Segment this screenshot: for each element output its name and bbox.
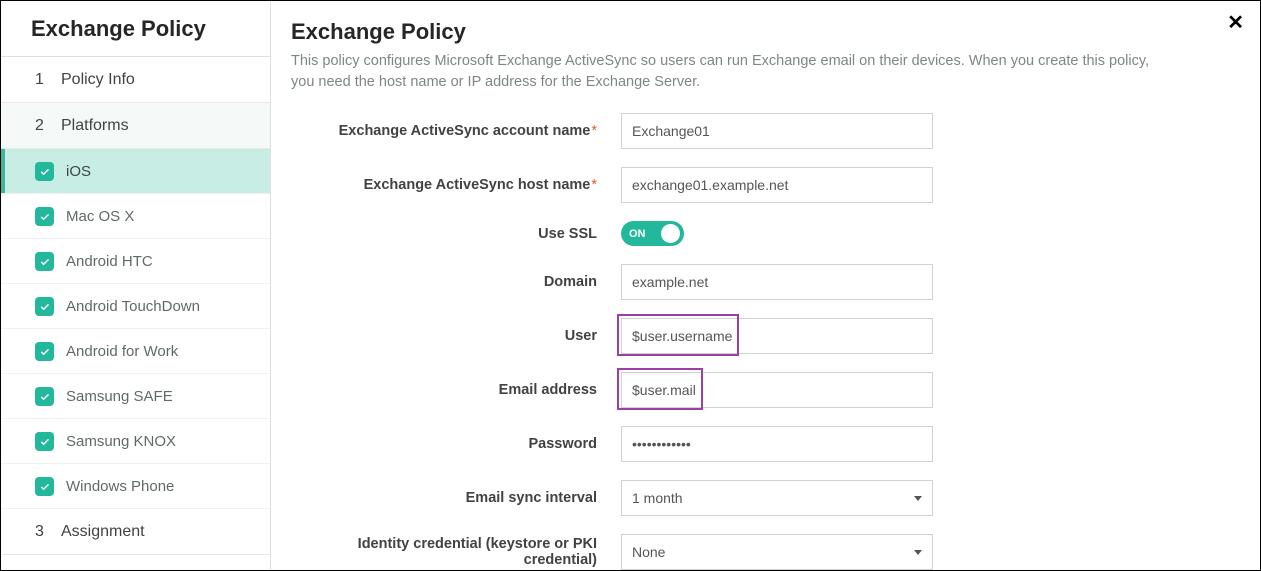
platform-label: Android TouchDown <box>66 298 200 315</box>
platform-label: iOS <box>66 163 91 180</box>
checkbox-checked-icon <box>35 207 54 226</box>
checkbox-checked-icon <box>35 297 54 316</box>
sidebar-item-samsung-knox[interactable]: Samsung KNOX <box>1 419 270 464</box>
close-button[interactable]: ✕ <box>1227 13 1244 33</box>
input-host-name[interactable] <box>621 167 933 203</box>
select-value: 1 month <box>632 490 683 506</box>
label-domain: Domain <box>291 274 621 290</box>
row-host-name: Exchange ActiveSync host name* <box>291 167 1240 203</box>
checkbox-checked-icon <box>35 387 54 406</box>
platform-label: Windows Phone <box>66 478 174 495</box>
checkbox-checked-icon <box>35 342 54 361</box>
platform-label: Android for Work <box>66 343 178 360</box>
label-identity-credential: Identity credential (keystore or PKI cre… <box>291 536 621 568</box>
sidebar-item-windows-phone[interactable]: Windows Phone <box>1 464 270 509</box>
toggle-text: ON <box>629 228 646 240</box>
input-password[interactable] <box>621 426 933 462</box>
caret-down-icon <box>914 550 922 555</box>
step-number: 2 <box>35 117 51 135</box>
input-email[interactable] <box>621 372 933 408</box>
sidebar-item-ios[interactable]: iOS <box>1 149 270 194</box>
main-panel: ✕ Exchange Policy This policy configures… <box>271 1 1260 570</box>
platform-label: Samsung KNOX <box>66 433 176 450</box>
label-sync-interval: Email sync interval <box>291 490 621 506</box>
input-user[interactable] <box>621 318 933 354</box>
page-description: This policy configures Microsoft Exchang… <box>291 51 1171 93</box>
select-value: None <box>632 544 665 560</box>
platform-label: Samsung SAFE <box>66 388 173 405</box>
label-host-name: Exchange ActiveSync host name* <box>291 177 621 193</box>
toggle-use-ssl[interactable]: ON <box>621 221 684 246</box>
sidebar-item-macosx[interactable]: Mac OS X <box>1 194 270 239</box>
sidebar: Exchange Policy 1 Policy Info 2 Platform… <box>1 1 271 570</box>
step-label: Platforms <box>61 117 129 135</box>
step-number: 1 <box>35 71 51 89</box>
page-title: Exchange Policy <box>291 19 1240 45</box>
nav-step-policy-info[interactable]: 1 Policy Info <box>1 57 270 103</box>
label-password: Password <box>291 436 621 452</box>
checkbox-checked-icon <box>35 162 54 181</box>
platform-label: Android HTC <box>66 253 153 270</box>
nav-step-platforms[interactable]: 2 Platforms <box>1 103 270 149</box>
sidebar-item-android-for-work[interactable]: Android for Work <box>1 329 270 374</box>
select-identity-credential[interactable]: None <box>621 534 933 570</box>
input-account-name[interactable] <box>621 113 933 149</box>
label-email: Email address <box>291 382 621 398</box>
sidebar-item-samsung-safe[interactable]: Samsung SAFE <box>1 374 270 419</box>
row-use-ssl: Use SSL ON <box>291 221 1240 246</box>
caret-down-icon <box>914 496 922 501</box>
input-domain[interactable] <box>621 264 933 300</box>
toggle-knob <box>661 224 680 243</box>
sidebar-title: Exchange Policy <box>31 16 240 42</box>
row-email: Email address <box>291 372 1240 408</box>
platform-label: Mac OS X <box>66 208 134 225</box>
sidebar-header: Exchange Policy <box>1 1 270 57</box>
sidebar-item-android-touchdown[interactable]: Android TouchDown <box>1 284 270 329</box>
sidebar-item-android-htc[interactable]: Android HTC <box>1 239 270 284</box>
nav-step-assignment[interactable]: 3 Assignment <box>1 509 270 555</box>
label-account-name: Exchange ActiveSync account name* <box>291 123 621 139</box>
step-label: Assignment <box>61 523 145 541</box>
checkbox-checked-icon <box>35 252 54 271</box>
label-user: User <box>291 328 621 344</box>
row-account-name: Exchange ActiveSync account name* <box>291 113 1240 149</box>
row-password: Password <box>291 426 1240 462</box>
label-use-ssl: Use SSL <box>291 226 621 242</box>
select-sync-interval[interactable]: 1 month <box>621 480 933 516</box>
row-domain: Domain <box>291 264 1240 300</box>
step-number: 3 <box>35 523 51 541</box>
row-sync-interval: Email sync interval 1 month <box>291 480 1240 516</box>
step-label: Policy Info <box>61 71 135 89</box>
checkbox-checked-icon <box>35 477 54 496</box>
checkbox-checked-icon <box>35 432 54 451</box>
row-user: User <box>291 318 1240 354</box>
row-identity-credential: Identity credential (keystore or PKI cre… <box>291 534 1240 570</box>
